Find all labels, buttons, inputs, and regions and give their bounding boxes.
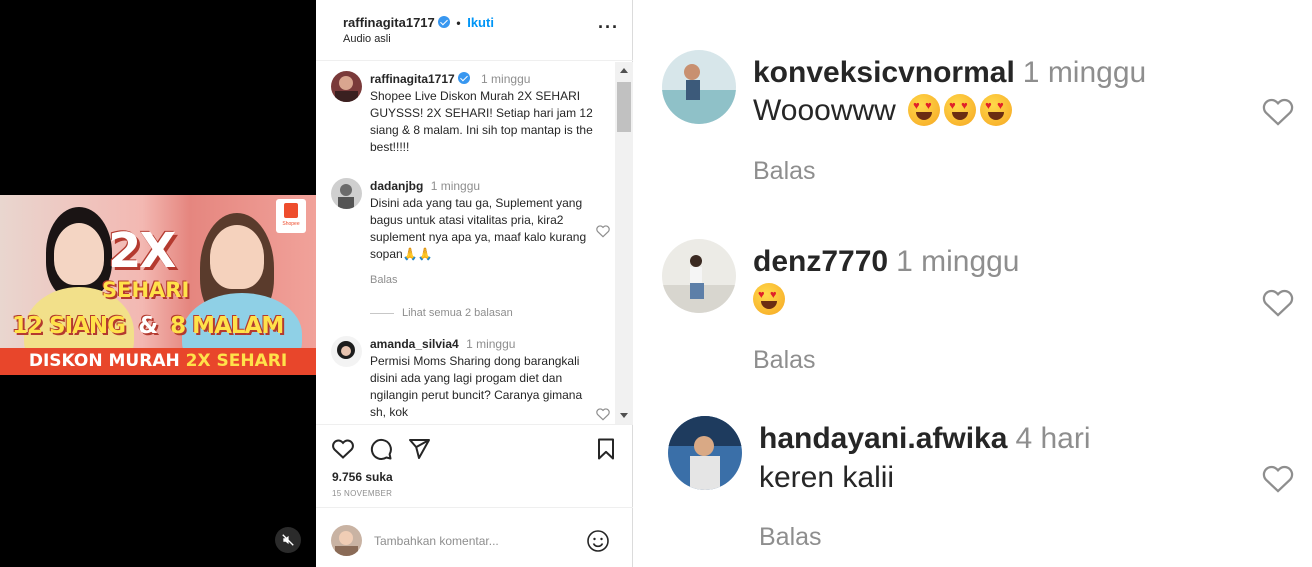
thumb-2x-text: 2X	[108, 223, 176, 279]
zoom-comment-header: konveksicvnormal 1 minggu	[753, 56, 1146, 90]
post-date: 15 NOVEMBER	[332, 489, 393, 498]
zoom-comment-username[interactable]: konveksicvnormal	[753, 56, 1015, 89]
comment-time: 1 minggu	[430, 179, 481, 193]
thumb-time-text: 12 SIANG & 8 MALAM	[12, 313, 284, 339]
add-comment-bar	[316, 507, 633, 567]
post-panel: raffinagita1717 • Ikuti Audio asli ··· r…	[316, 0, 633, 567]
comment-username[interactable]: amanda_silvia4	[370, 337, 459, 351]
reply-button[interactable]: Balas	[753, 157, 816, 186]
speaker-muted-icon	[282, 534, 294, 546]
reply-button[interactable]: Balas	[753, 346, 816, 375]
like-heart-icon[interactable]	[331, 437, 355, 461]
heart-eyes-emoji-icon: ♥ ♥	[944, 94, 977, 126]
like-heart-icon[interactable]	[595, 223, 611, 239]
model-left-face	[54, 223, 104, 285]
zoom-comment-time: 4 hari	[1015, 422, 1091, 455]
verified-badge-icon	[457, 72, 470, 84]
heart-eyes-emoji-icon: ♥ ♥	[980, 94, 1013, 126]
avatar[interactable]	[331, 71, 362, 102]
banner-highlight: 2X SEHARI	[185, 351, 288, 371]
comment-input[interactable]	[374, 530, 574, 552]
scroll-up-arrow-icon[interactable]	[620, 68, 628, 73]
avatar[interactable]	[662, 239, 736, 313]
avatar[interactable]	[662, 50, 736, 124]
thumb-time-a: 12 SIANG	[12, 313, 126, 339]
post-header: raffinagita1717 • Ikuti Audio asli ···	[316, 0, 633, 61]
like-heart-icon[interactable]	[595, 406, 611, 422]
comment-icon[interactable]	[369, 437, 393, 461]
like-heart-icon[interactable]	[1260, 286, 1296, 320]
comment-text: Disini ada yang tau ga, Suplement yang b…	[370, 196, 587, 261]
caption-body: raffinagita1717 1 minggu Shopee Live Dis…	[370, 71, 595, 156]
heart-eyes-emoji-icon: ♥ ♥	[908, 94, 941, 126]
comments-list[interactable]: raffinagita1717 1 minggu Shopee Live Dis…	[316, 62, 633, 424]
view-replies-button[interactable]: Lihat semua 2 balasan	[370, 307, 513, 319]
banner-main: DISKON MURAH	[28, 351, 180, 371]
scroll-down-arrow-icon[interactable]	[620, 413, 628, 418]
heart-eyes-emoji-icon: ♥ ♥	[753, 283, 785, 315]
reply-button[interactable]: Balas	[759, 523, 822, 552]
reply-button[interactable]: Balas	[370, 274, 398, 286]
zoom-comment-username[interactable]: handayani.afwika	[759, 422, 1007, 455]
zoom-comment-text: Wooowww ♥ ♥ ♥ ♥ ♥ ♥	[753, 94, 1013, 128]
follow-button[interactable]: Ikuti	[467, 15, 494, 30]
like-count[interactable]: 9.756 suka	[332, 470, 393, 484]
scrollbar[interactable]	[615, 62, 633, 424]
separator-dot: •	[456, 16, 461, 30]
model-right-face	[210, 225, 264, 289]
emoji-icon[interactable]	[586, 529, 610, 553]
comment-text: Permisi Moms Sharing dong barangkali dis…	[370, 354, 583, 419]
comment-body: dadanjbg 1 minggu Disini ada yang tau ga…	[370, 178, 595, 263]
comment-body: amanda_silvia4 1 minggu Permisi Moms Sha…	[370, 336, 595, 421]
comment-time: 1 minggu	[466, 337, 516, 351]
avatar[interactable]	[668, 416, 742, 490]
like-heart-icon[interactable]	[1260, 462, 1296, 496]
post-actions: 9.756 suka 15 NOVEMBER	[316, 424, 633, 506]
zoom-comment-text-value: Wooowww	[753, 94, 896, 127]
thumb-amp: &	[138, 313, 158, 339]
zoom-comment-text: ♥ ♥	[753, 283, 785, 317]
zoom-comment-text: keren kalii	[759, 461, 895, 494]
video-thumbnail: Shopee 2X SEHARI 12 SIANG & 8 MALAM DISK…	[0, 195, 316, 375]
audio-label[interactable]: Audio asli	[343, 33, 391, 45]
caption-username[interactable]: raffinagita1717	[370, 72, 455, 86]
scrollbar-thumb[interactable]	[617, 82, 631, 132]
avatar[interactable]	[331, 178, 362, 209]
more-options-icon[interactable]: ···	[598, 18, 619, 36]
comment-username[interactable]: dadanjbg	[370, 179, 423, 193]
avatar	[331, 525, 362, 556]
thumb-time-b: 8 MALAM	[170, 313, 284, 339]
avatar[interactable]	[331, 336, 362, 367]
shopee-logo: Shopee	[276, 199, 306, 233]
like-heart-icon[interactable]	[1260, 95, 1296, 129]
zoom-comment-username[interactable]: denz7770	[753, 245, 888, 278]
mute-button[interactable]	[275, 527, 301, 553]
thumb-banner: DISKON MURAH 2X SEHARI	[0, 348, 316, 375]
post-author: raffinagita1717 • Ikuti	[343, 15, 494, 30]
thumb-sehari-text: SEHARI	[102, 278, 190, 302]
post-author-name[interactable]: raffinagita1717	[343, 15, 435, 30]
caption-time: 1 minggu	[481, 72, 531, 86]
bookmark-icon[interactable]	[594, 437, 618, 461]
verified-badge-icon	[437, 16, 450, 28]
zoom-comment-header: handayani.afwika 4 hari	[759, 422, 1090, 456]
zoom-comment-time: 1 minggu	[896, 245, 1020, 278]
zoomed-comments: konveksicvnormal 1 minggu Wooowww ♥ ♥ ♥ ♥ ♥ ♥ …	[634, 0, 1312, 567]
zoom-comment-time: 1 minggu	[1022, 56, 1147, 89]
video-player[interactable]: Shopee 2X SEHARI 12 SIANG & 8 MALAM DISK…	[0, 0, 316, 567]
zoom-comment-header: denz7770 1 minggu	[753, 245, 1020, 279]
share-icon[interactable]	[407, 437, 431, 461]
caption-text: Shopee Live Diskon Murah 2X SEHARI GUYSS…	[370, 89, 593, 154]
